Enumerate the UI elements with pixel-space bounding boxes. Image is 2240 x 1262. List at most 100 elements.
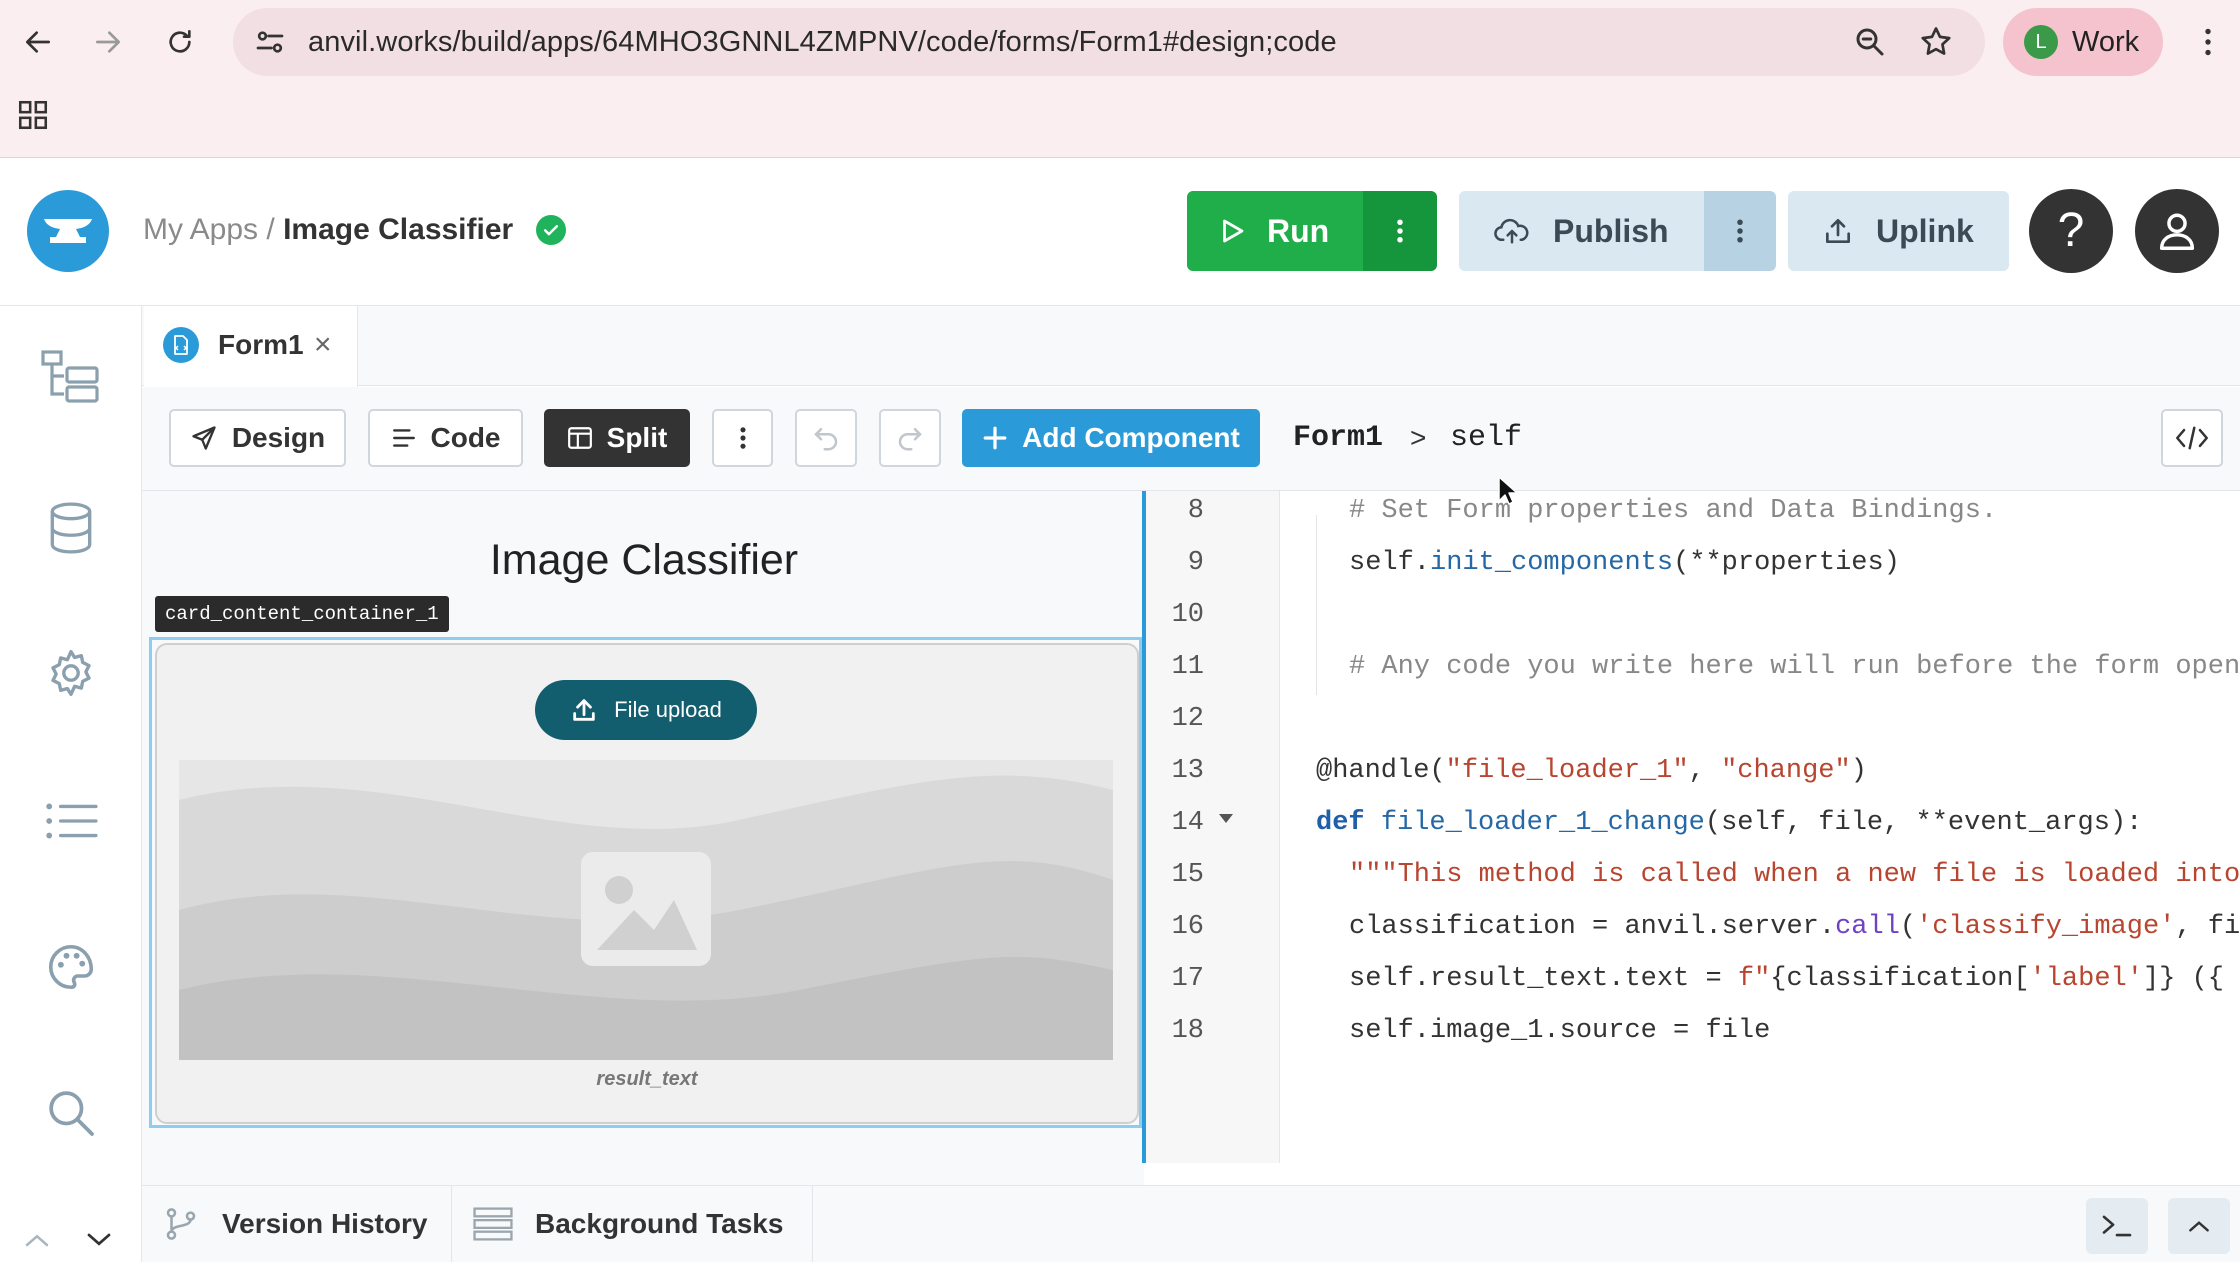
play-icon — [1223, 219, 1244, 243]
code-line-13[interactable]: @handle("file_loader_1", "change") — [1316, 745, 2240, 797]
image-component[interactable] — [179, 760, 1113, 1060]
file-upload-label: File upload — [614, 697, 722, 722]
code-line-9[interactable]: self.init_components(**properties) — [1349, 537, 2240, 589]
git-branch-icon — [166, 1208, 196, 1240]
code-line-8[interactable]: # Set Form properties and Data Bindings. — [1349, 485, 2240, 537]
code-token: ( — [1899, 912, 1917, 942]
more-options-button[interactable] — [712, 409, 773, 467]
code-view-label: Code — [430, 422, 501, 453]
background-tasks-label: Background Tasks — [535, 1208, 784, 1239]
publish-options-button[interactable] — [1704, 191, 1776, 271]
code-token: {classification[ — [1770, 964, 2030, 994]
line-number: 11 — [1171, 652, 1204, 682]
app-browser-icon[interactable] — [36, 342, 106, 412]
line-number: 13 — [1171, 756, 1204, 786]
split-view-button[interactable]: Split — [544, 409, 690, 467]
background-tasks-tab[interactable]: Background Tasks — [473, 1186, 813, 1262]
account-button[interactable] — [2135, 189, 2219, 273]
bookmark-star-icon[interactable] — [1918, 24, 1954, 60]
run-label: Run — [1267, 212, 1330, 249]
code-line-17[interactable]: self.result_text.text = f"{classificatio… — [1349, 953, 2240, 1005]
code-line-18[interactable]: self.image_1.source = file — [1349, 1005, 2240, 1057]
redo-icon — [898, 428, 922, 451]
uplink-button[interactable]: Uplink — [1788, 191, 2009, 271]
code-token: self. — [1349, 548, 1431, 578]
line-number: 17 — [1171, 964, 1204, 994]
app-name[interactable]: Image Classifier — [283, 213, 513, 246]
code-token-string: 'classify_image' — [1916, 912, 2176, 942]
zoom-icon[interactable] — [1852, 24, 1888, 60]
code-token-keyword: def — [1316, 808, 1381, 838]
result-text-label[interactable]: result_text — [155, 1068, 1139, 1091]
anvil-logo-icon[interactable] — [27, 190, 109, 272]
code-comment: # Any code you write here will run befor… — [1349, 652, 2240, 682]
task-list-icon — [473, 1207, 513, 1241]
indent-guide — [1316, 515, 1317, 695]
profile-label[interactable]: Work — [2072, 8, 2139, 76]
saved-check-icon — [536, 215, 566, 245]
expand-panel-button[interactable] — [2168, 1198, 2230, 1254]
publish-button[interactable]: Publish — [1459, 191, 1704, 271]
fold-caret-icon[interactable] — [1216, 810, 1236, 826]
reload-icon[interactable] — [150, 12, 210, 72]
publish-label: Publish — [1553, 212, 1669, 249]
breadcrumb-my-apps[interactable]: My Apps — [143, 213, 258, 246]
undo-button[interactable] — [795, 409, 857, 467]
help-button[interactable]: ? — [2029, 189, 2113, 273]
site-settings-icon[interactable] — [252, 24, 288, 60]
code-line-15[interactable]: """This method is called when a new file… — [1349, 849, 2240, 901]
code-line-14[interactable]: def file_loader_1_change(self, file, **e… — [1316, 797, 2240, 849]
editor-tab-bar — [142, 306, 2240, 386]
kebab-menu-icon — [739, 427, 746, 449]
component-path-separator: > — [1410, 422, 1427, 453]
line-number: 15 — [1171, 860, 1204, 890]
settings-gear-icon[interactable] — [36, 638, 106, 708]
chevron-up-icon[interactable] — [22, 1230, 52, 1250]
console-button[interactable] — [2086, 1198, 2148, 1254]
code-token-method: init_components — [1430, 548, 1674, 578]
run-button[interactable]: Run — [1187, 191, 1363, 271]
url-text[interactable]: anvil.works/build/apps/64MHO3GNNL4ZMPNV/… — [308, 8, 1337, 76]
list-icon[interactable] — [36, 786, 106, 856]
tab-form1-label[interactable]: Form1 — [218, 326, 304, 364]
browser-menu-icon[interactable] — [2190, 24, 2226, 60]
code-line-11[interactable]: # Any code you write here will run befor… — [1349, 641, 2240, 693]
component-path-self[interactable]: self — [1450, 416, 1522, 460]
design-view-button[interactable]: Design — [169, 409, 346, 467]
back-arrow-icon[interactable] — [8, 12, 68, 72]
form-title-label[interactable]: Image Classifier — [142, 536, 1146, 585]
version-history-label: Version History — [222, 1208, 428, 1239]
file-upload-button[interactable]: File upload — [535, 680, 757, 740]
profile-avatar[interactable]: L — [2024, 25, 2058, 59]
chevron-up-icon — [2189, 1221, 2209, 1232]
forward-arrow-icon[interactable] — [78, 12, 138, 72]
line-number: 14 — [1171, 808, 1204, 838]
run-options-button[interactable] — [1363, 191, 1437, 271]
apps-grid-icon[interactable] — [16, 98, 50, 132]
code-token: ) — [1850, 756, 1867, 786]
add-component-label: Add Component — [1022, 422, 1240, 453]
code-view-button[interactable]: Code — [368, 409, 523, 467]
search-icon[interactable] — [36, 1078, 106, 1148]
breadcrumb: My Apps / Image Classifier — [143, 208, 513, 252]
chevron-down-icon[interactable] — [84, 1230, 114, 1250]
redo-button[interactable] — [879, 409, 941, 467]
version-history-tab[interactable]: Version History — [162, 1186, 452, 1262]
code-token-function-name: file_loader_1_change — [1380, 808, 1705, 838]
kebab-menu-icon — [1397, 219, 1403, 243]
code-line-16[interactable]: classification = anvil.server.call('clas… — [1349, 901, 2240, 953]
code-token: , — [1688, 756, 1722, 786]
tab-close-icon[interactable]: × — [314, 326, 332, 364]
code-token-string: 'label' — [2029, 964, 2143, 994]
image-placeholder-icon — [179, 760, 1113, 1060]
code-toggle-button[interactable] — [2161, 409, 2223, 467]
add-component-button[interactable]: Add Component — [962, 409, 1260, 467]
code-token: self.result_text.text = — [1349, 964, 1738, 994]
component-path-form[interactable]: Form1 — [1293, 416, 1383, 460]
code-token-method: call — [1835, 912, 1900, 942]
line-number: 12 — [1171, 704, 1204, 734]
theme-palette-icon[interactable] — [36, 932, 106, 1002]
code-token: self.image_1.source = file — [1349, 1016, 1771, 1046]
database-icon[interactable] — [36, 493, 106, 563]
line-number: 16 — [1171, 912, 1204, 942]
